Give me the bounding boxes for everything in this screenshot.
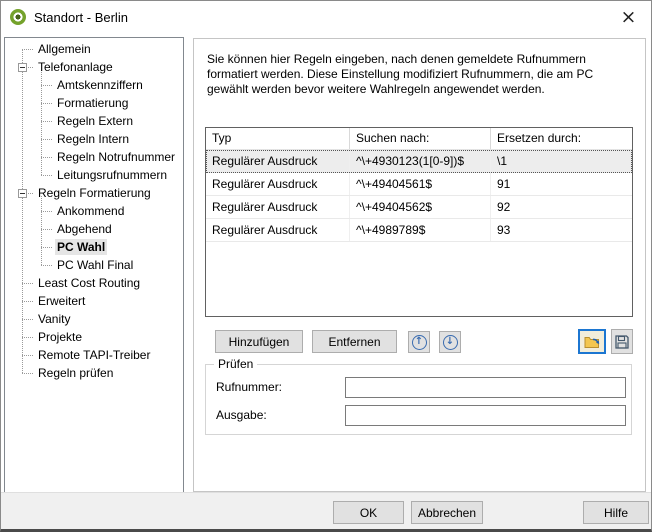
folder-open-icon [584, 334, 601, 349]
collapse-minus-icon[interactable] [18, 63, 27, 72]
table-row[interactable]: Regulärer Ausdruck^\+4930123(1[0-9])$\1 [206, 150, 632, 173]
table-header: TypSuchen nach:Ersetzen durch: [206, 128, 632, 150]
table-cell: Regulärer Ausdruck [206, 150, 350, 172]
tree-item-ankommend[interactable]: Ankommend [5, 202, 183, 220]
ausgabe-label: Ausgabe: [216, 405, 267, 426]
tree-item-label: Telefonanlage [36, 59, 115, 75]
dialog-window: Standort - Berlin × Allgemein Telefonanla… [0, 0, 652, 532]
cancel-button[interactable]: Abbrechen [411, 501, 483, 524]
tree-item-pc-wahl[interactable]: PC Wahl [5, 238, 183, 256]
title-bar: Standort - Berlin × [1, 1, 651, 33]
table-cell: ^\+4989789$ [350, 219, 491, 241]
arrow-up-icon: ↑ [412, 335, 427, 350]
table-cell: 92 [491, 196, 632, 218]
move-down-button[interactable]: ↓ [439, 331, 461, 353]
window-title: Standort - Berlin [34, 10, 128, 25]
app-icon [10, 9, 26, 25]
tree-item-remote-tapi-treiber[interactable]: Remote TAPI-Treiber [5, 346, 183, 364]
tree-item-label: Erweitert [36, 293, 87, 309]
tree-item-least-cost-routing[interactable]: Least Cost Routing [5, 274, 183, 292]
tree-item-amtskennziffern[interactable]: Amtskennziffern [5, 76, 183, 94]
tree-item-label: Amtskennziffern [55, 77, 145, 93]
tree-item-label: Vanity [36, 311, 72, 327]
tree-item-label: Regeln prüfen [36, 365, 115, 381]
rules-table: TypSuchen nach:Ersetzen durch: Regulärer… [205, 127, 633, 317]
rufnummer-label: Rufnummer: [216, 377, 282, 398]
tree-item-erweitert[interactable]: Erweitert [5, 292, 183, 310]
remove-button[interactable]: Entfernen [312, 330, 397, 353]
tree-item-label: Regeln Intern [55, 131, 131, 147]
table-cell: ^\+4930123(1[0-9])$ [350, 150, 491, 172]
move-up-button[interactable]: ↑ [408, 331, 430, 353]
tree-item-formatierung[interactable]: Formatierung [5, 94, 183, 112]
content-panel: Sie können hier Regeln eingeben, nach de… [193, 38, 646, 492]
table-cell: ^\+49404562$ [350, 196, 491, 218]
tree-item-regeln-notrufnummer[interactable]: Regeln Notrufnummer [5, 148, 183, 166]
save-icon [615, 335, 629, 349]
table-cell: 93 [491, 219, 632, 241]
help-button[interactable]: Hilfe [583, 501, 649, 524]
tree-item-telefonanlage[interactable]: Telefonanlage [5, 58, 183, 76]
tree-item-label: PC Wahl [55, 239, 107, 255]
import-rules-button[interactable] [578, 329, 606, 354]
tree-items: Allgemein Telefonanlage Amtskennziffern For… [5, 38, 183, 492]
table-row[interactable]: Regulärer Ausdruck^\+49404561$91 [206, 173, 632, 196]
add-button[interactable]: Hinzufügen [215, 330, 303, 353]
tree-item-label: Projekte [36, 329, 84, 345]
tree-item-regeln-extern[interactable]: Regeln Extern [5, 112, 183, 130]
column-header[interactable]: Ersetzen durch: [491, 128, 632, 149]
table-cell: Regulärer Ausdruck [206, 219, 350, 241]
tree-item-label: Leitungsrufnummern [55, 167, 169, 183]
pruefen-group: Prüfen Rufnummer: Ausgabe: [205, 364, 632, 435]
tree-item-label: Remote TAPI-Treiber [36, 347, 152, 363]
tree-item-label: Allgemein [36, 41, 93, 57]
table-cell: Regulärer Ausdruck [206, 196, 350, 218]
tree-item-label: Least Cost Routing [36, 275, 142, 291]
settings-tree: Allgemein Telefonanlage Amtskennziffern For… [4, 37, 184, 493]
table-cell: \1 [491, 150, 632, 172]
table-cell: Regulärer Ausdruck [206, 173, 350, 195]
table-cell: 91 [491, 173, 632, 195]
table-row[interactable]: Regulärer Ausdruck^\+49404562$92 [206, 196, 632, 219]
arrow-down-icon: ↓ [443, 335, 458, 350]
tree-item-regeln-formatierung[interactable]: Regeln Formatierung [5, 184, 183, 202]
tree-item-label: Regeln Notrufnummer [55, 149, 177, 165]
pruefen-group-title: Prüfen [214, 357, 257, 371]
tree-item-label: Formatierung [55, 95, 130, 111]
column-header[interactable]: Suchen nach: [350, 128, 491, 149]
tree-item-pc-wahl-final[interactable]: PC Wahl Final [5, 256, 183, 274]
tree-item-label: PC Wahl Final [55, 257, 135, 273]
tree-item-allgemein[interactable]: Allgemein [5, 40, 183, 58]
table-body: Regulärer Ausdruck^\+4930123(1[0-9])$\1R… [206, 150, 632, 242]
close-button[interactable]: × [606, 1, 651, 32]
rufnummer-input[interactable] [345, 377, 626, 398]
dialog-footer: OK Abbrechen Hilfe [1, 492, 651, 529]
table-cell: ^\+49404561$ [350, 173, 491, 195]
save-rules-button[interactable] [611, 329, 633, 354]
collapse-minus-icon[interactable] [18, 189, 27, 198]
ok-button[interactable]: OK [333, 501, 404, 524]
tree-item-label: Abgehend [55, 221, 114, 237]
tree-item-regeln-intern[interactable]: Regeln Intern [5, 130, 183, 148]
ausgabe-input[interactable] [345, 405, 626, 426]
tree-item-label: Ankommend [55, 203, 126, 219]
tree-item-label: Regeln Formatierung [36, 185, 153, 201]
tree-item-vanity[interactable]: Vanity [5, 310, 183, 328]
description-text: Sie können hier Regeln eingeben, nach de… [207, 52, 631, 97]
tree-item-projekte[interactable]: Projekte [5, 328, 183, 346]
tree-item-leitungsrufnummern[interactable]: Leitungsrufnummern [5, 166, 183, 184]
tree-item-abgehend[interactable]: Abgehend [5, 220, 183, 238]
tree-item-label: Regeln Extern [55, 113, 135, 129]
table-row[interactable]: Regulärer Ausdruck^\+4989789$93 [206, 219, 632, 242]
tree-item-regeln-pr-fen[interactable]: Regeln prüfen [5, 364, 183, 382]
column-header[interactable]: Typ [206, 128, 350, 149]
